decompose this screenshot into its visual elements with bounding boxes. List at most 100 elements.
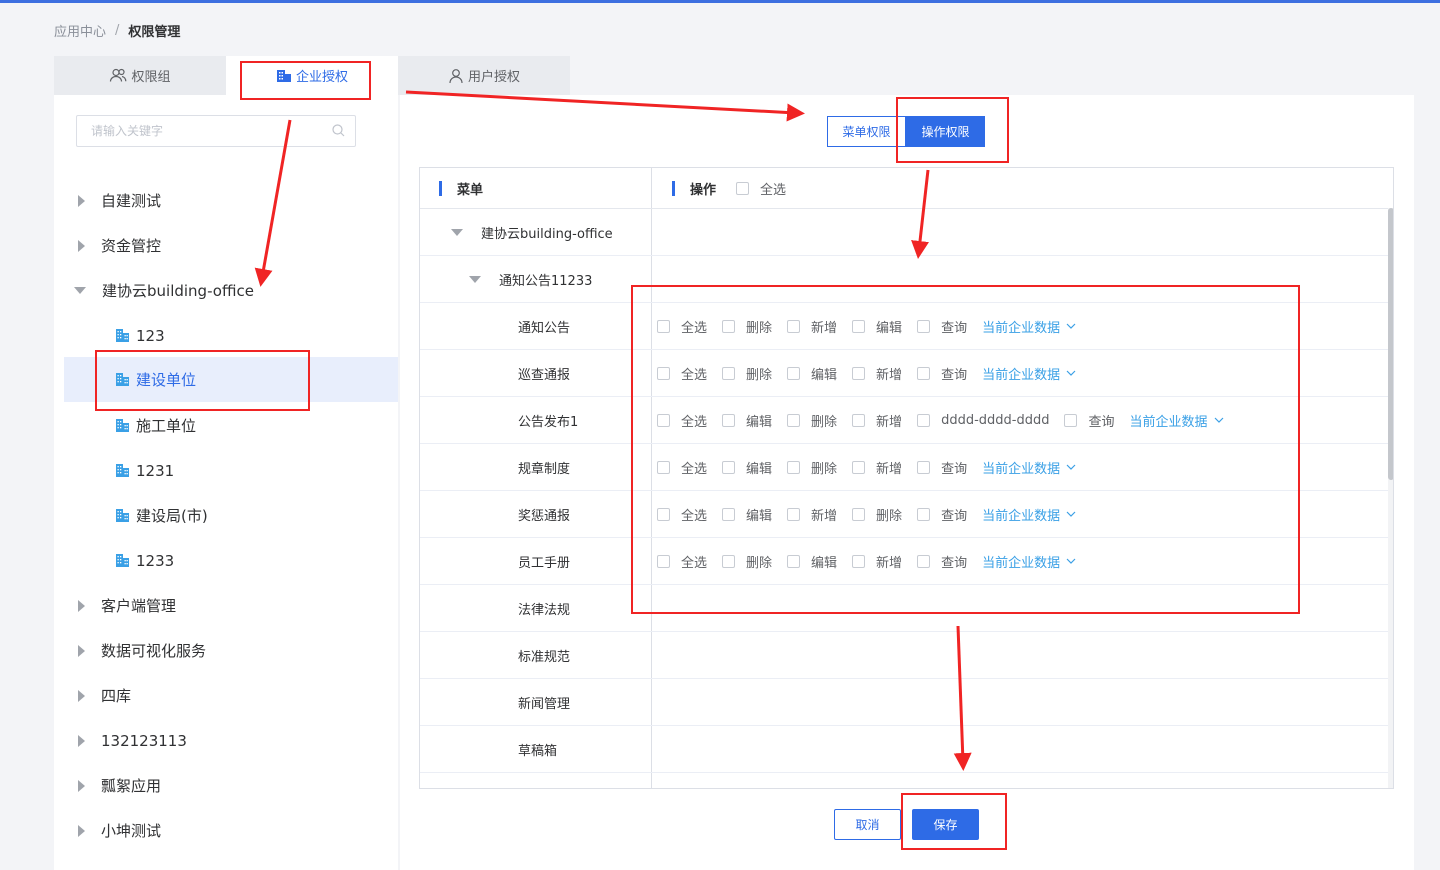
caret-right-icon[interactable] <box>78 644 85 657</box>
data-scope-dropdown[interactable]: 当前企业数据 <box>1129 411 1223 430</box>
data-scope-dropdown[interactable]: 当前企业数据 <box>982 364 1076 383</box>
operation-checkbox[interactable]: 新增 <box>787 317 837 336</box>
operation-checkbox[interactable]: 新增 <box>787 505 837 524</box>
checkbox[interactable] <box>657 319 670 333</box>
menu-cell[interactable]: 奖惩通报 <box>518 491 570 537</box>
menu-cell[interactable]: 公告发布1 <box>518 397 578 443</box>
operation-checkbox[interactable]: 全选 <box>657 552 707 571</box>
checkbox[interactable] <box>722 319 736 333</box>
caret-down-icon[interactable] <box>469 275 481 283</box>
checkbox[interactable] <box>722 366 736 380</box>
tree-item[interactable]: 瓢絮应用 <box>54 763 398 808</box>
menu-permission-button[interactable]: 菜单权限 <box>827 116 906 147</box>
menu-cell[interactable]: 员工手册 <box>518 538 570 584</box>
operation-checkbox[interactable]: 查询 <box>1064 411 1114 430</box>
operation-checkbox[interactable]: 查询 <box>917 364 967 383</box>
operation-checkbox[interactable]: 编辑 <box>722 505 772 524</box>
operation-checkbox[interactable]: 删除 <box>787 458 837 477</box>
checkbox[interactable] <box>722 413 736 427</box>
checkbox[interactable] <box>657 366 670 380</box>
checkbox[interactable] <box>917 460 931 474</box>
operation-checkbox[interactable]: 全选 <box>657 317 707 336</box>
operation-checkbox[interactable]: 查询 <box>917 317 967 336</box>
menu-cell[interactable]: 法律法规 <box>518 585 570 631</box>
checkbox[interactable] <box>657 507 670 521</box>
data-scope-dropdown[interactable]: 当前企业数据 <box>982 505 1076 524</box>
checkbox[interactable] <box>722 460 736 474</box>
checkbox[interactable] <box>736 181 750 195</box>
operation-checkbox[interactable]: 新增 <box>852 411 902 430</box>
tree-item[interactable]: 1231 <box>54 448 398 493</box>
data-scope-dropdown[interactable]: 当前企业数据 <box>982 317 1076 336</box>
scrollbar-thumb[interactable] <box>1388 208 1393 480</box>
menu-cell[interactable]: 规章制度 <box>518 444 570 490</box>
tree-item[interactable]: 四库 <box>54 673 398 718</box>
operation-checkbox[interactable]: 编辑 <box>852 317 902 336</box>
checkbox[interactable] <box>657 460 670 474</box>
caret-right-icon[interactable] <box>78 194 85 207</box>
checkbox[interactable] <box>852 554 866 568</box>
operation-checkbox[interactable]: 全选 <box>657 505 707 524</box>
checkbox[interactable] <box>787 507 801 521</box>
caret-right-icon[interactable] <box>78 599 85 612</box>
tree-item[interactable]: 1233 <box>54 538 398 583</box>
operation-checkbox[interactable]: 删除 <box>787 411 837 430</box>
operation-checkbox[interactable]: 删除 <box>852 505 902 524</box>
caret-right-icon[interactable] <box>78 239 85 252</box>
operation-checkbox[interactable]: 编辑 <box>787 552 837 571</box>
checkbox[interactable] <box>657 413 670 427</box>
operation-checkbox[interactable]: dddd-dddd-dddd <box>917 413 1049 428</box>
operation-checkbox[interactable]: 新增 <box>852 458 902 477</box>
tree-item[interactable]: 建协云building-office <box>54 268 398 313</box>
checkbox[interactable] <box>787 319 801 333</box>
operation-checkbox[interactable]: 全选 <box>657 364 707 383</box>
search-input[interactable] <box>77 116 317 146</box>
tree-item[interactable]: 建设局(市) <box>54 493 398 538</box>
search-icon[interactable] <box>332 124 345 137</box>
operation-checkbox[interactable]: 查询 <box>917 458 967 477</box>
checkbox[interactable] <box>917 554 931 568</box>
breadcrumb-parent[interactable]: 应用中心 <box>54 21 106 40</box>
check-all-header[interactable]: 全选 <box>736 179 786 198</box>
tree-item[interactable]: 123 <box>54 313 398 358</box>
checkbox[interactable] <box>917 366 931 380</box>
operation-checkbox[interactable]: 查询 <box>917 552 967 571</box>
tree-item[interactable]: 施工单位 <box>54 403 398 448</box>
checkbox[interactable] <box>722 554 736 568</box>
operation-checkbox[interactable]: 编辑 <box>722 411 772 430</box>
tab-enterprise-auth[interactable]: 企业授权 <box>226 56 398 95</box>
operation-checkbox[interactable]: 删除 <box>722 317 772 336</box>
checkbox[interactable] <box>852 460 866 474</box>
tree-item[interactable]: 客户端管理 <box>54 583 398 628</box>
checkbox[interactable] <box>1064 413 1078 427</box>
tree-item[interactable]: 自建测试 <box>54 178 398 223</box>
checkbox[interactable] <box>852 319 866 333</box>
caret-right-icon[interactable] <box>78 824 85 837</box>
operation-checkbox[interactable]: 查询 <box>917 505 967 524</box>
tree-item[interactable]: 132123113 <box>54 718 398 763</box>
checkbox[interactable] <box>852 507 866 521</box>
menu-cell[interactable]: 通知公告 <box>518 303 570 349</box>
checkbox[interactable] <box>657 554 670 568</box>
table-scrollbar[interactable] <box>1388 208 1393 788</box>
tab-permission-group[interactable]: 权限组 <box>54 56 226 95</box>
menu-cell[interactable]: 通知公告11233 <box>469 256 592 302</box>
tree-item[interactable]: 数据可视化服务 <box>54 628 398 673</box>
operation-checkbox[interactable]: 新增 <box>852 364 902 383</box>
operation-checkbox[interactable]: 新增 <box>852 552 902 571</box>
caret-right-icon[interactable] <box>78 734 85 747</box>
checkbox[interactable] <box>852 413 866 427</box>
operation-checkbox[interactable]: 编辑 <box>787 364 837 383</box>
checkbox[interactable] <box>852 366 866 380</box>
menu-cell[interactable]: 巡查通报 <box>518 350 570 396</box>
checkbox[interactable] <box>787 460 801 474</box>
tab-user-auth[interactable]: 用户授权 <box>398 56 570 95</box>
operation-checkbox[interactable]: 全选 <box>657 411 707 430</box>
data-scope-dropdown[interactable]: 当前企业数据 <box>982 552 1076 571</box>
data-scope-dropdown[interactable]: 当前企业数据 <box>982 458 1076 477</box>
tree-item[interactable]: 资金管控 <box>54 223 398 268</box>
caret-right-icon[interactable] <box>78 779 85 792</box>
checkbox[interactable] <box>917 413 931 427</box>
caret-down-icon[interactable] <box>74 287 86 294</box>
save-button[interactable]: 保存 <box>912 809 979 840</box>
